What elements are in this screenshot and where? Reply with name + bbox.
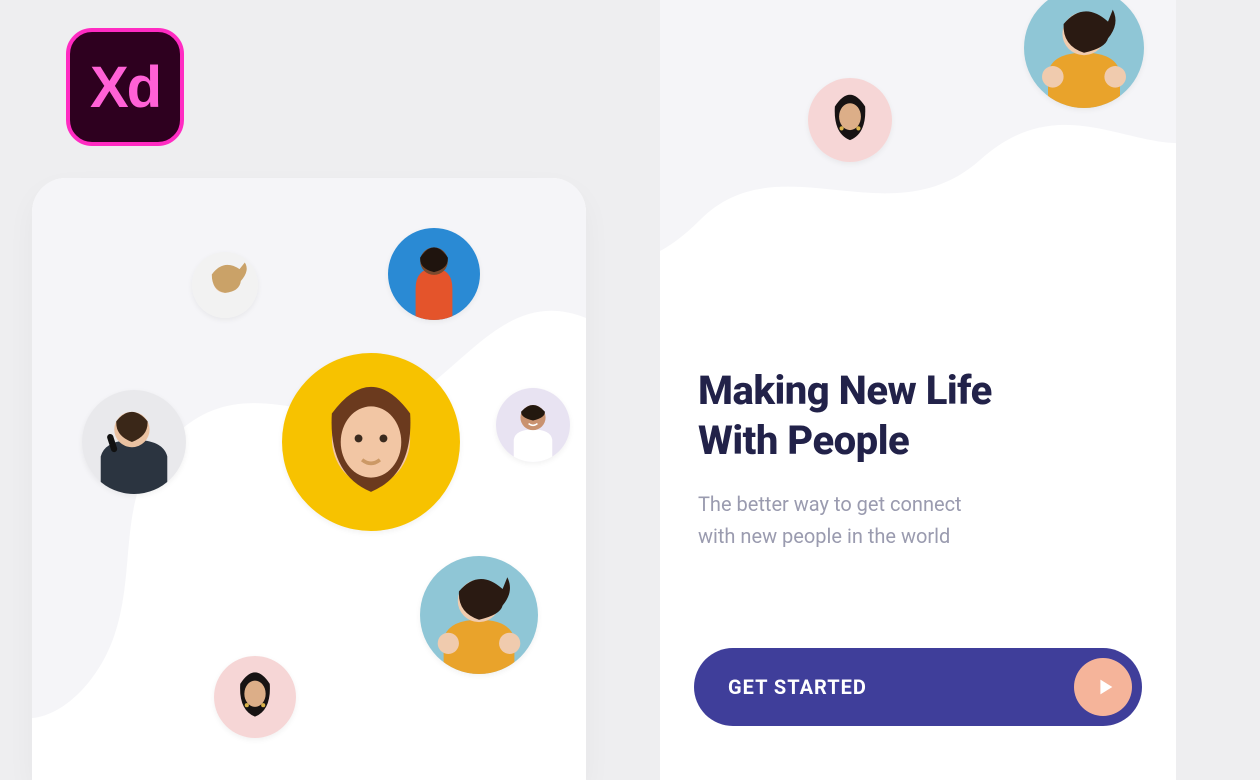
get-started-button[interactable]: GET STARTED [694, 648, 1142, 726]
get-started-label: GET STARTED [728, 675, 867, 699]
adobe-xd-label: Xd [90, 54, 160, 121]
onboarding-subtext: The better way to get connect with new p… [698, 488, 1116, 552]
avatar-top-left [192, 252, 258, 318]
avatar-bottom-right [420, 556, 538, 674]
onboarding-headline: Making New Life With People [698, 366, 1136, 466]
mockup-card-right: Making New Life With People The better w… [660, 0, 1176, 780]
play-icon [1074, 658, 1132, 716]
avatar-right-large [1024, 0, 1144, 108]
avatar-right-small [808, 78, 892, 162]
avatar-bottom-left [214, 656, 296, 738]
adobe-xd-badge: Xd [66, 28, 184, 146]
avatar-mid-right [496, 388, 570, 462]
avatar-mid-left [82, 390, 186, 494]
mockup-card-left [32, 178, 586, 780]
avatar-top-right [388, 228, 480, 320]
avatar-center [282, 353, 460, 531]
